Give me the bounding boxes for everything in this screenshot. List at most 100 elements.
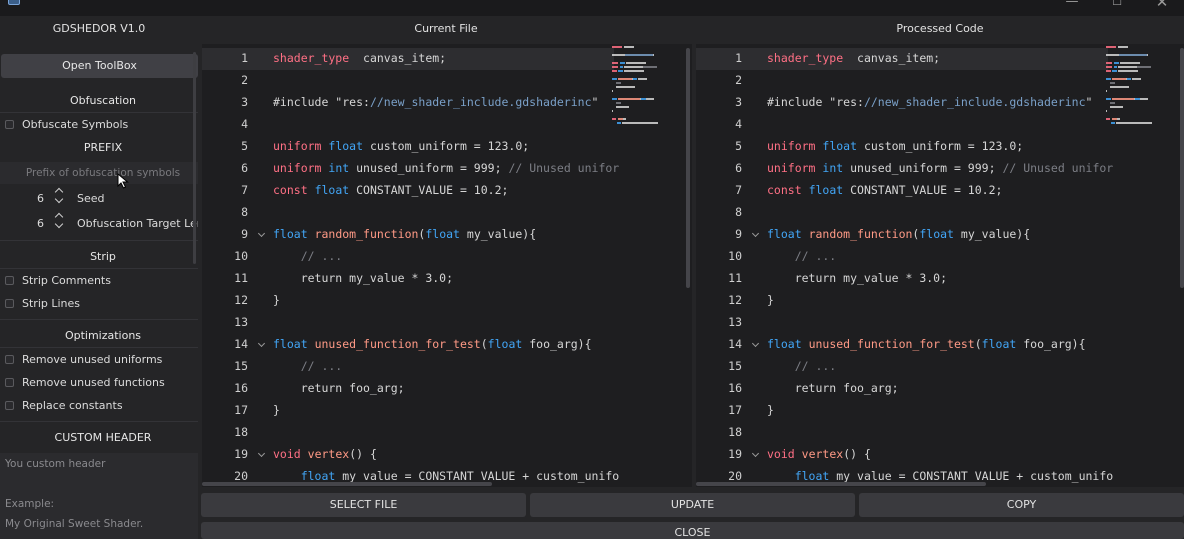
fold-chevron-icon[interactable]: [257, 449, 266, 458]
close-window-button[interactable]: ✕: [1152, 0, 1172, 12]
seed-stepper[interactable]: [54, 186, 66, 206]
checkbox-box[interactable]: [5, 377, 14, 387]
code-line: 3 #include "res://new_shader_include.gdsh…: [696, 91, 1108, 113]
target-length-value[interactable]: 6: [24, 217, 44, 230]
checkbox-box[interactable]: [5, 119, 14, 129]
minimap[interactable]: [610, 44, 690, 156]
minimap-line: [1112, 70, 1117, 72]
code-token: float: [767, 227, 802, 241]
code-line: 14 float unused_function_for_test(float f…: [202, 333, 614, 355]
code-token: canvas_item;: [843, 51, 941, 65]
checkbox-box[interactable]: [5, 354, 14, 364]
minimap-line: [612, 46, 622, 48]
minimap-line: [1119, 62, 1141, 64]
obfuscate-symbols-checkbox[interactable]: Obfuscate Symbols: [5, 117, 128, 131]
minimap-line: [623, 66, 643, 68]
fold-chevron-icon[interactable]: [257, 339, 266, 348]
remove-unused-functions-checkbox[interactable]: Remove unused functions: [5, 375, 165, 389]
seed-value[interactable]: 6: [24, 192, 44, 205]
minimap-line: [1132, 78, 1142, 80]
minimap-line: [1106, 90, 1107, 92]
chevron-down-icon[interactable]: [54, 219, 64, 229]
line-number: 13: [728, 315, 742, 329]
minimap-line: [612, 66, 619, 68]
strip-comments-checkbox[interactable]: Strip Comments: [5, 273, 111, 287]
fold-chevron-icon[interactable]: [751, 449, 760, 458]
maximize-button[interactable]: ☐: [1107, 0, 1127, 12]
line-number: 5: [735, 139, 742, 153]
code-token: // Unused unifor: [1002, 161, 1114, 175]
code-token: void: [273, 447, 301, 461]
code-line: 4: [696, 113, 1108, 135]
target-length-stepper[interactable]: [54, 211, 66, 231]
minimap-line: [1136, 66, 1152, 68]
line-number: 19: [234, 447, 248, 461]
code-line: 9 float random_function(float my_value){: [696, 223, 1108, 245]
code-line: 11 return my_value * 3.0;: [696, 267, 1108, 289]
copy-button[interactable]: COPY: [859, 493, 1184, 517]
custom-header-textarea[interactable]: You custom header Example: My Original S…: [0, 453, 198, 539]
update-button[interactable]: UPDATE: [530, 493, 855, 517]
checkbox-box[interactable]: [5, 275, 14, 285]
vertical-scrollbar[interactable]: [686, 48, 690, 288]
code-line: 12}: [202, 289, 614, 311]
code-token: foo_arg){: [1016, 337, 1086, 351]
chevron-down-icon[interactable]: [54, 194, 64, 204]
code-token: uniform: [767, 161, 816, 175]
code-token: (: [480, 337, 488, 351]
code-text: void vertex() {: [273, 443, 377, 465]
vertical-scrollbar[interactable]: [1180, 48, 1184, 288]
line-number: 10: [728, 249, 742, 263]
fold-chevron-icon[interactable]: [751, 339, 760, 348]
current-file-editor[interactable]: 1 shader_type canvas_item; 2 3 #include "res…: [202, 44, 692, 487]
line-number: 6: [241, 161, 248, 175]
code-token: ": [1085, 95, 1093, 109]
remove-unused-uniforms-checkbox[interactable]: Remove unused uniforms: [5, 352, 162, 366]
app-title: GDSHEDOR V1.0: [52, 22, 146, 35]
fold-chevron-icon[interactable]: [257, 229, 266, 238]
code-token: vertex: [307, 447, 350, 461]
minimap-line: [612, 78, 617, 80]
fold-chevron-icon[interactable]: [751, 229, 760, 238]
code-token: () {: [843, 447, 871, 461]
minimap[interactable]: [1104, 44, 1184, 156]
minimap-line: [646, 98, 655, 100]
strip-lines-checkbox[interactable]: Strip Lines: [5, 296, 80, 310]
minimap-line: [620, 66, 623, 68]
select-file-button[interactable]: SELECT FILE: [201, 493, 526, 517]
code-token: () {: [349, 447, 377, 461]
minimap-line: [1106, 46, 1116, 48]
code-line: 16 return foo_arg;: [696, 377, 1108, 399]
horizontal-scrollbar[interactable]: [696, 482, 986, 486]
app-icon: [8, 0, 20, 5]
line-number: 6: [735, 161, 742, 175]
minimap-line: [612, 118, 616, 120]
code-token: float: [919, 227, 954, 241]
code-token: float: [767, 337, 802, 351]
strip-lines-label: Strip Lines: [22, 296, 81, 310]
code-line: 10 // ...: [696, 245, 1108, 267]
divider: [0, 347, 198, 348]
minimize-button[interactable]: —: [1062, 0, 1082, 12]
code-line: 9 float random_function(float my_value){: [202, 223, 614, 245]
minimap-line: [1114, 66, 1117, 68]
checkbox-box[interactable]: [5, 400, 14, 410]
horizontal-scrollbar[interactable]: [202, 482, 492, 486]
code-line: 13: [202, 311, 614, 333]
line-number: 9: [241, 227, 248, 241]
close-button[interactable]: CLOSE: [201, 522, 1184, 539]
minimap-line: [1147, 54, 1149, 56]
code-token: custom_uniform = 123.0;: [363, 139, 530, 153]
replace-constants-checkbox[interactable]: Replace constants: [5, 398, 123, 412]
sidebar-scrollbar[interactable]: [193, 52, 196, 264]
obfuscate-symbols-label: Obfuscate Symbols: [22, 117, 129, 131]
code-token: unused_function_for_test: [808, 337, 975, 351]
minimap-line: [1118, 54, 1148, 56]
checkbox-box[interactable]: [5, 298, 14, 308]
minimap-line: [1126, 78, 1132, 80]
prefix-input[interactable]: Prefix of obfuscation symbols: [0, 162, 198, 184]
line-number: 18: [234, 425, 248, 439]
open-toolbox-button[interactable]: Open ToolBox: [1, 54, 198, 78]
processed-code-editor[interactable]: 1 shader_type canvas_item; 2 3 #include "res…: [696, 44, 1184, 487]
